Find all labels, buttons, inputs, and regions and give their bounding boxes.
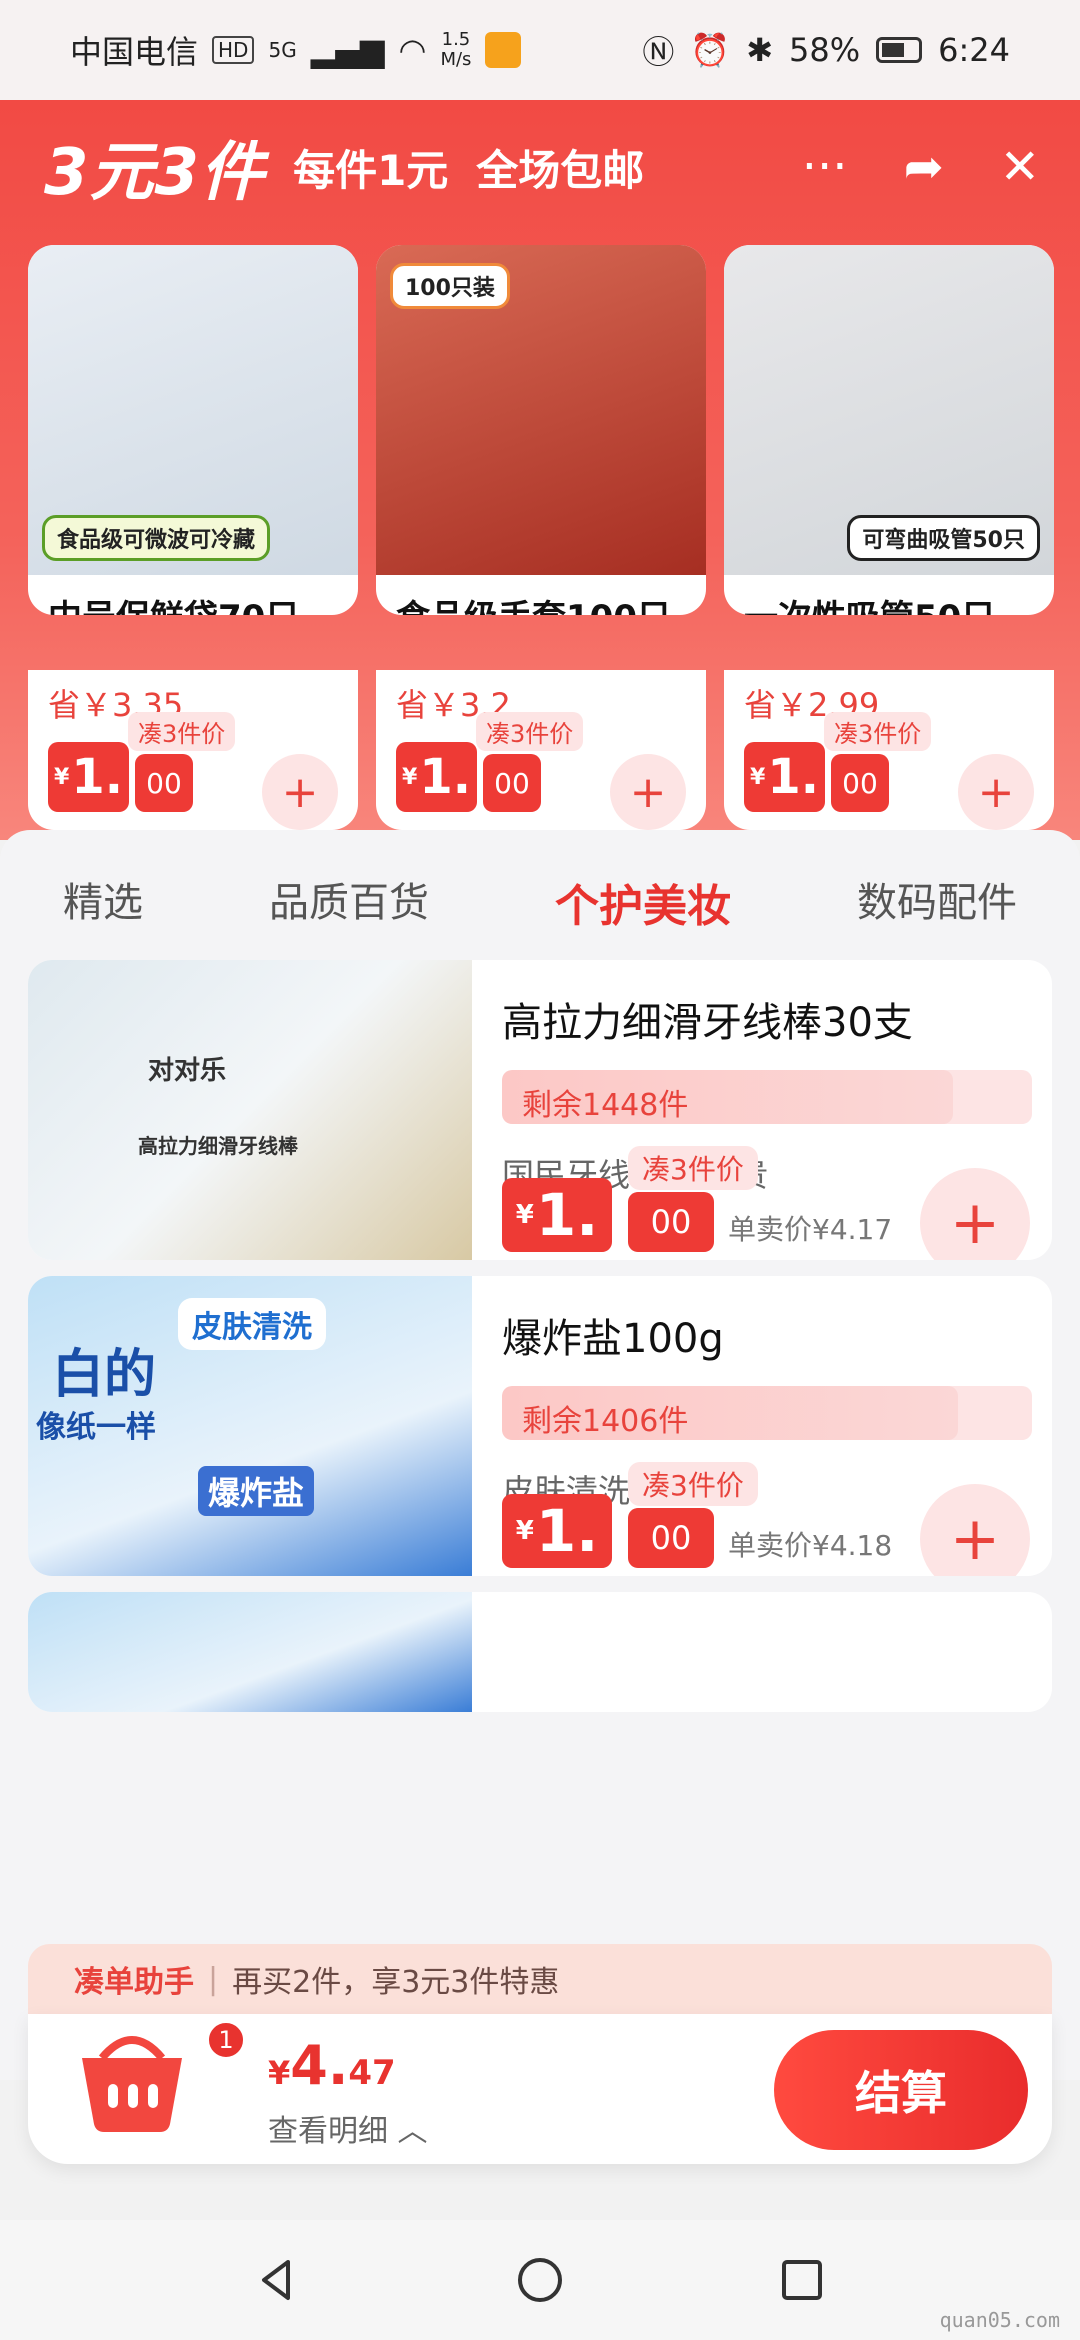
close-icon[interactable]: ✕: [1000, 139, 1040, 195]
product-image-bubble: 皮肤清洗: [178, 1298, 326, 1350]
carrier-label: 中国电信: [70, 33, 199, 71]
bundle-price-tag: 凑3件价: [628, 1146, 758, 1190]
cart-count-badge: 1: [206, 2020, 246, 2060]
product-image: 可弯曲吸管50只: [724, 245, 1054, 575]
price-decimal: 00: [628, 1192, 714, 1252]
product-image-bottle-label: 爆炸盐: [198, 1466, 315, 1516]
more-icon[interactable]: ···: [802, 139, 848, 195]
price-integer: ¥1.: [502, 1494, 612, 1568]
tab-digital-accessories[interactable]: 数码配件: [857, 870, 1017, 934]
promo-slogan-price: 每件1元: [293, 145, 449, 195]
app-notification-icon: [485, 32, 522, 68]
top-card-price-area: 省￥3.35 凑3件价 ¥1. 00 +: [28, 670, 358, 830]
stock-remaining: 剩余1448件: [522, 1088, 689, 1123]
battery-icon: [876, 37, 923, 63]
network-speed: 1.5 M/s: [440, 29, 472, 70]
product-image-label: 100只装: [390, 263, 510, 309]
product-title: 高拉力细滑牙线棒30支: [502, 1000, 913, 1046]
single-price: 单卖价¥4.17: [728, 1213, 893, 1246]
wifi-icon: ◠: [398, 31, 427, 69]
product-image-slogan-sub: 像纸一样: [36, 1410, 156, 1445]
top-card-price-area: 省￥2.99 凑3件价 ¥1. 00 +: [724, 670, 1054, 830]
stock-progress: 剩余1406件: [502, 1386, 1032, 1440]
cart-total: ¥4.47: [268, 2034, 396, 2097]
product-image: 食品级可微波可冷藏: [28, 245, 358, 575]
chevron-up-icon: ︿: [397, 2114, 428, 2149]
cart-bar: 1 ¥4.47 查看明细 ︿ 结算: [28, 2014, 1052, 2164]
product-image: [28, 1592, 472, 1712]
stock-progress: 剩余1448件: [502, 1070, 1032, 1124]
back-icon[interactable]: [252, 2254, 304, 2306]
product-title: 爆炸盐100g: [502, 1316, 724, 1362]
nfc-icon: Ⓝ: [642, 33, 675, 71]
shopping-basket-icon[interactable]: [72, 2028, 192, 2138]
category-tabs: 精选 品质百货 个护美妆 数码配件: [0, 870, 1080, 934]
bundle-price-tag: 凑3件价: [628, 1462, 758, 1506]
checkout-button[interactable]: 结算: [774, 2030, 1028, 2150]
add-to-cart-button[interactable]: +: [920, 1484, 1030, 1576]
home-icon[interactable]: [514, 2254, 566, 2306]
top-product-card[interactable]: 可弯曲吸管50只 一次性吸管50只: [724, 245, 1054, 615]
price-decimal: 00: [482, 754, 541, 812]
price-integer: ¥1.: [744, 742, 825, 812]
product-image-label: 食品级可微波可冷藏: [42, 515, 271, 561]
price-integer: ¥1.: [48, 742, 129, 812]
bundle-helper: 凑单助手 | 再买2件，享3元3件特惠: [28, 1944, 1052, 2014]
product-image: 100只装: [376, 245, 706, 575]
helper-text: 再买2件，享3元3件特惠: [232, 1965, 560, 2000]
network-label: 5G: [268, 38, 297, 62]
list-item[interactable]: 皮肤清洗 白的 像纸一样 爆炸盐 爆炸盐100g 剩余1406件 皮肤清洗 凑3…: [28, 1276, 1052, 1576]
product-image: 皮肤清洗 白的 像纸一样 爆炸盐: [28, 1276, 472, 1576]
price-decimal: 00: [628, 1508, 714, 1568]
price-decimal: 00: [134, 754, 193, 812]
top-product-card[interactable]: 食品级可微波可冷藏 中号保鲜袋70只: [28, 245, 358, 615]
price-decimal: 00: [830, 754, 889, 812]
top-product-card[interactable]: 100只装 食品级手套100只: [376, 245, 706, 615]
system-nav-bar: [0, 2220, 1080, 2340]
recents-icon[interactable]: [776, 2254, 828, 2306]
promo-slogan-shipping: 全场包邮: [476, 145, 645, 195]
clock: 6:24: [938, 31, 1010, 69]
product-name: 一次性吸管50只: [744, 590, 995, 615]
tab-personal-care[interactable]: 个护美妆: [555, 870, 731, 934]
alarm-icon: ⏰: [690, 31, 731, 69]
add-to-cart-button[interactable]: +: [920, 1168, 1030, 1260]
add-to-cart-button[interactable]: +: [262, 754, 338, 830]
product-image-slogan: 白的: [52, 1345, 157, 1405]
single-price: 单卖价¥4.18: [728, 1529, 893, 1562]
list-item[interactable]: 对对乐 高拉力细滑牙线棒 高拉力细滑牙线棒30支 剩余1448件 国民牙线 好用…: [28, 960, 1052, 1260]
view-details-link[interactable]: 查看明细 ︿: [268, 2106, 428, 2150]
tab-home-goods[interactable]: 品质百货: [269, 870, 429, 934]
product-list-panel: 精选 品质百货 个护美妆 数码配件 对对乐 高拉力细滑牙线棒 高拉力细滑牙线棒3…: [0, 830, 1080, 2080]
promo-header: 3元3件 每件1元 全场包邮 ··· ➦ ✕ 食品级可微波可冷藏 中号保鲜袋70…: [0, 100, 1080, 840]
battery-percent: 58%: [789, 31, 861, 69]
list-item[interactable]: [28, 1592, 1052, 1712]
product-name: 食品级手套100只: [396, 590, 671, 615]
status-bar: 中国电信 HD 5G ▂▄▆ ◠ 1.5 M/s Ⓝ ⏰ ✱ 58% 6:24: [0, 0, 1080, 100]
add-to-cart-button[interactable]: +: [958, 754, 1034, 830]
product-name: 中号保鲜袋70只: [48, 590, 299, 615]
helper-title: 凑单助手: [74, 1965, 194, 2000]
signal-icon: ▂▄▆: [310, 31, 385, 69]
top-card-price-area: 省￥3.2 凑3件价 ¥1. 00 +: [376, 670, 706, 830]
price-integer: ¥1.: [502, 1178, 612, 1252]
product-image-label: 可弯曲吸管50只: [847, 515, 1040, 561]
product-image-brand: 对对乐: [148, 1056, 227, 1086]
tab-featured[interactable]: 精选: [63, 870, 143, 934]
stock-remaining: 剩余1406件: [522, 1404, 689, 1439]
hd-badge: HD: [212, 36, 255, 64]
price-integer: ¥1.: [396, 742, 477, 812]
watermark: quan05.com: [939, 2308, 1060, 2332]
promo-brand: 3元3件: [44, 136, 266, 210]
add-to-cart-button[interactable]: +: [610, 754, 686, 830]
product-image-caption: 高拉力细滑牙线棒: [138, 1134, 298, 1158]
product-image: 对对乐 高拉力细滑牙线棒: [28, 960, 472, 1260]
bluetooth-icon: ✱: [746, 31, 774, 69]
share-icon[interactable]: ➦: [904, 139, 944, 195]
